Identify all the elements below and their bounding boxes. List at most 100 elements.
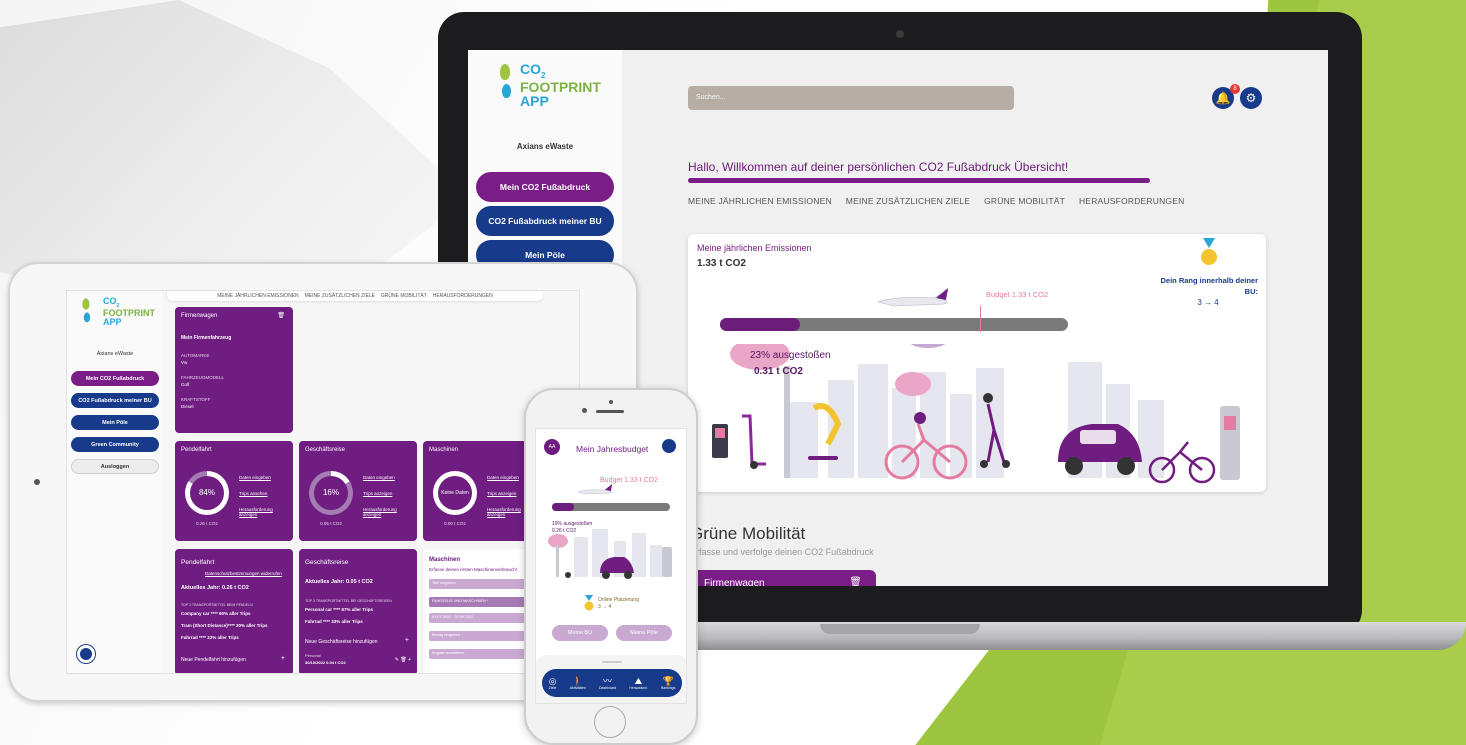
revoke-privacy-link[interactable]: Datenschutzbestimmungen widerrufen [205, 571, 282, 576]
view-trips-link[interactable]: Trips anzeigen [487, 491, 516, 496]
welcome-underline [688, 178, 1150, 183]
tablet-tab-challenges[interactable]: HERAUSFORDERUNGEN [433, 293, 493, 299]
emitted-co2-label: 0.31 t CO2 [754, 366, 803, 377]
tab-green-mobility[interactable]: GRÜNE MOBILITÄT [984, 196, 1065, 206]
tablet-firmenwagen-card: Firmenwagen 🗑 Mein Firmenfahrzeug AUTOMA… [175, 307, 293, 433]
nav-glyph: ◎ [548, 675, 557, 686]
commute-row: Tram (Short Distance)**** 20% aller Trip… [181, 623, 268, 628]
add-business-trip-button[interactable]: Neue Geschäftsreise hinzufügen [305, 639, 378, 645]
plus-icon[interactable]: + [405, 637, 409, 644]
trophy-icon[interactable]: 🏆 Rankings [661, 676, 676, 690]
plus-icon[interactable]: + [281, 655, 285, 662]
budget-label: Budget 1.33 t CO2 [986, 290, 1049, 299]
trash-icon[interactable]: 🗑 [277, 312, 285, 319]
add-commute-button[interactable]: Neue Pendelfahrt hinzufügen [181, 657, 246, 663]
my-pole-button[interactable]: Meine Pöle [616, 625, 672, 641]
phone-home-button[interactable] [594, 706, 626, 738]
tablet-tab-mobility[interactable]: GRÜNE MOBILITÄT [381, 293, 427, 299]
machine-unit-select[interactable]: Angabe auswählen [429, 649, 535, 659]
business-trip-row: Fahrrad **** 33% aller Trips [305, 619, 363, 624]
field-value-model: Golf [181, 382, 190, 387]
tab-additional-goals[interactable]: MEINE ZUSÄTZLICHEN ZIELE [846, 196, 970, 206]
field-label-fuel: KRAFTSTOFF [181, 397, 211, 402]
phone-progress-track [552, 503, 670, 511]
commute-current: Aktuelles Jahr: 0.26 t CO2 [181, 585, 249, 591]
laptop-camera [896, 30, 904, 38]
tab-annual-emissions[interactable]: MEINE JÄHRLICHEN EMISSIONEN [688, 196, 832, 206]
target-icon[interactable]: ◎ Ziele [548, 675, 557, 690]
emissions-value: 1.33 t CO2 [697, 258, 746, 269]
business-trip-row: Personal car **** 67% aller Trips [305, 607, 374, 612]
summary-card-business-trip: Geschäftsreise 16% 0.05 t CO2 Daten eing… [299, 441, 417, 541]
phone-rank-value: 3 → 4 [598, 603, 612, 610]
machine-period-field[interactable]: 01.07.2022 - 30.09.2022 [429, 613, 535, 623]
rank-to: 4 [1214, 298, 1219, 307]
tablet-chat-fab[interactable] [77, 645, 95, 663]
tablet-tab-annual[interactable]: MEINE JÄHRLICHEN EMISSIONEN [217, 293, 298, 299]
app-logo[interactable]: CO2 FOOTPRINT APP [498, 62, 601, 108]
phone-rank: Online Platzierung 3 → 4 [598, 597, 639, 610]
airplane-icon [876, 288, 949, 307]
tablet-app-logo[interactable]: CO2 FOOTPRINT APP [81, 297, 155, 337]
view-trips-link[interactable]: Trips ansehen [239, 491, 267, 496]
gear-icon[interactable]: ⚙ [1240, 87, 1262, 109]
machine-amount-field[interactable]: Betrag eingeben [429, 631, 535, 641]
commute-row: Fahrrad **** 22% aller Trips [181, 635, 239, 640]
avatar[interactable]: AA [544, 439, 560, 455]
dashboard-icon[interactable]: 〰 Dashboard [599, 676, 616, 690]
tablet-nav-my-pole[interactable]: Mein Pöle [71, 415, 159, 430]
challenge-link[interactable]: Herausforderung anzeigen [239, 507, 287, 517]
tablet-tabs: MEINE JÄHRLICHEN EMISSIONEN MEINE ZUSÄTZ… [167, 291, 543, 301]
tablet-tab-goals[interactable]: MEINE ZUSÄTZLICHEN ZIELE [305, 293, 375, 299]
arrow-right-icon: → [1204, 298, 1215, 307]
tablet-screen: CO2 FOOTPRINT APP Axians eWaste Mein CO2… [66, 290, 580, 674]
field-label-brand: AUTOMARKE [181, 353, 210, 358]
firmenwagen-label: Firmenwagen [704, 578, 765, 586]
edit-icon[interactable]: ✎ 🗑 + [395, 657, 411, 663]
logo-app: APP [520, 92, 549, 109]
tab-challenges[interactable]: HERAUSFORDERUNGEN [1079, 196, 1184, 206]
footprint-icon [498, 62, 516, 102]
challenge-link[interactable]: Herausforderung anzeigen [363, 507, 411, 517]
emitted-percent-label: 23% ausgestoßen [750, 350, 831, 361]
commute-detail-card: Pendelfahrt Datenschutzbestimmungen wide… [175, 549, 293, 673]
machines-title: Maschinen [429, 557, 461, 563]
laptop-notch [820, 624, 980, 634]
search-input[interactable]: Suchen... [688, 86, 1014, 110]
tablet-logout-button[interactable]: Ausloggen [71, 459, 159, 474]
phone-city-illustration [548, 529, 672, 579]
enter-data-link[interactable]: Daten eingeben [487, 475, 519, 480]
phone-progress-fill [552, 503, 575, 511]
phone-screen: AA Mein Jahresbudget Budget 1.33 t CO2 1… [535, 428, 687, 704]
summary-co2: 0.26 t CO2 [196, 521, 218, 526]
sheet-handle[interactable] [602, 661, 622, 663]
nav-my-footprint-button[interactable]: Mein CO2 Fußabdruck [476, 172, 614, 202]
walk-icon[interactable]: 🚶 Aktivitäten [570, 676, 586, 690]
tablet-camera [34, 479, 40, 485]
user-icon[interactable] [662, 439, 676, 453]
enter-data-link[interactable]: Daten eingeben [363, 475, 395, 480]
enter-data-link[interactable]: Daten eingeben [239, 475, 271, 480]
firmenwagen-card-header[interactable]: Firmenwagen 🗑 [690, 570, 876, 586]
trash-icon[interactable]: 🗑 [849, 577, 862, 586]
rank-value: 3 → 4 [1158, 298, 1258, 307]
machine-title-field[interactable]: Titel eingeben [429, 579, 535, 589]
commute-top-label: TOP 3 TRANSPORTMITTEL BEIM PENDELN [181, 603, 253, 607]
summary-title: Maschinen [429, 447, 459, 453]
phone-title: Mein Jahresbudget [576, 444, 649, 454]
firmenwagen-title: Firmenwagen [181, 313, 218, 319]
tablet-sidebar: CO2 FOOTPRINT APP Axians eWaste Mein CO2… [67, 291, 163, 673]
tablet-nav-bu-footprint[interactable]: CO2 Fußabdruck meiner BU [71, 393, 159, 408]
tablet-nav-green-community[interactable]: Green Community [71, 437, 159, 452]
machine-type-select[interactable]: FAHRZEUG UND MASCHINEN * [429, 597, 535, 607]
entry-row[interactable]: 30/10/2022 0.04 t CO2 [305, 660, 346, 665]
welcome-heading: Hallo, Willkommen auf deiner persönliche… [688, 160, 1069, 174]
ring-label: 84% [198, 488, 215, 497]
my-bu-button[interactable]: Meine BU [552, 625, 608, 641]
commute-title: Pendelfahrt [181, 559, 215, 566]
nav-bu-footprint-button[interactable]: CO2 Fußabdruck meiner BU [476, 206, 614, 236]
medal-icon [584, 595, 594, 611]
challenge-icon[interactable]: ⛰ Herausford. [629, 676, 647, 690]
view-trips-link[interactable]: Trips anzeigen [363, 491, 392, 496]
tablet-nav-my-footprint[interactable]: Mein CO2 Fußabdruck [71, 371, 159, 386]
